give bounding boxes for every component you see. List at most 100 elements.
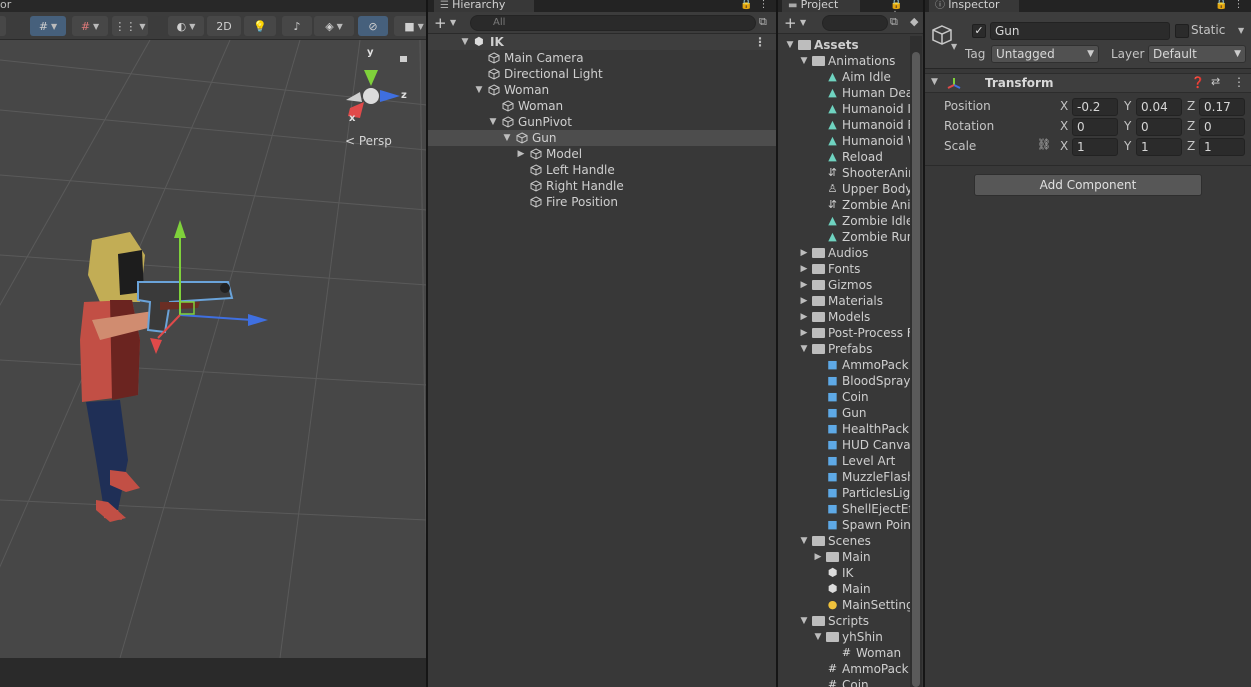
search-by-label-icon[interactable]: ◆ (910, 15, 918, 28)
project-item[interactable]: ■ Gun (778, 405, 910, 421)
scene-view[interactable]: or # ▼ # ▼ ⋮⋮ ▼ ◐ ▼ 2D 💡 ♪ ◈ ▼ ⊘ ■ ▼ y x… (0, 0, 427, 687)
project-item[interactable]: ▼ Prefabs (778, 341, 910, 357)
camera-settings-button[interactable]: ■ ▼ (394, 16, 427, 36)
expand-arrow-icon[interactable]: ▼ (813, 629, 823, 645)
projection-toggle[interactable]: < Persp (345, 134, 392, 148)
constrain-proportions-icon[interactable]: ⛓ (1037, 138, 1051, 151)
project-item[interactable]: ■ Coin (778, 389, 910, 405)
axis-y-label[interactable]: Y (1124, 99, 1131, 113)
project-item[interactable]: ■ HealthPack (778, 421, 910, 437)
chevron-down-icon[interactable]: ▼ (951, 42, 957, 51)
gizmo-y-arrow[interactable] (174, 220, 186, 238)
tab-inspector[interactable]: ⓘ Inspector (929, 0, 1019, 12)
project-item[interactable]: ⇵ ShooterAnim (778, 165, 910, 181)
transform-y-field[interactable]: 0.04 (1136, 98, 1182, 116)
transform-z-field[interactable]: 1 (1199, 138, 1245, 156)
project-item[interactable]: ▶ Fonts (778, 261, 910, 277)
project-item[interactable]: ▶ Models (778, 309, 910, 325)
project-item[interactable]: # AmmoPack (778, 661, 910, 677)
tab-hierarchy[interactable]: ☰ Hierarchy (434, 0, 534, 12)
search-by-type-icon[interactable]: ⧉ (890, 15, 898, 29)
orientation-gizmo[interactable] (346, 56, 407, 118)
axis-x-label[interactable]: X (1060, 139, 1068, 153)
collapse-arrow-icon[interactable]: ▶ (799, 277, 809, 293)
project-item[interactable]: ▶ Main (778, 549, 910, 565)
hierarchy-scene-row[interactable]: ▼ ⬢ IK ⋮ (428, 34, 776, 50)
hierarchy-row[interactable]: ▼ GunPivot (428, 114, 776, 130)
expand-arrow-icon[interactable]: ▼ (474, 82, 484, 98)
tab-project[interactable]: ▬ Project (782, 0, 860, 12)
project-item[interactable]: # Woman (778, 645, 910, 661)
axis-y-label[interactable]: Y (1124, 119, 1131, 133)
expand-arrow-icon[interactable]: ▼ (488, 114, 498, 130)
collapse-arrow-icon[interactable]: ▶ (799, 245, 809, 261)
transform-x-field[interactable]: 0 (1072, 118, 1118, 136)
grid-visibility-button[interactable]: # ▼ (72, 16, 108, 36)
hierarchy-row[interactable]: Directional Light (428, 66, 776, 82)
project-item[interactable]: ▲ Humanoid Id (778, 101, 910, 117)
hierarchy-row[interactable]: ▼ Woman (428, 82, 776, 98)
layer-dropdown[interactable]: Default ▼ (1148, 45, 1246, 63)
project-item[interactable]: ▲ Human Deat (778, 85, 910, 101)
project-item[interactable]: ⬢ IK (778, 565, 910, 581)
hidden-objects-toggle-button[interactable]: ⊘ (358, 16, 388, 36)
add-component-button[interactable]: Add Component (974, 174, 1202, 196)
project-item[interactable]: ▼ Scenes (778, 533, 910, 549)
transform-component-header[interactable]: ▼ Transform ❓ ⇄ ⋮ (925, 73, 1251, 93)
transform-z-field[interactable]: 0.17 (1199, 98, 1245, 116)
transform-y-field[interactable]: 1 (1136, 138, 1182, 156)
transform-z-field[interactable]: 0 (1199, 118, 1245, 136)
project-scrollbar-thumb[interactable] (912, 52, 920, 687)
chevron-down-icon[interactable]: ▼ (450, 18, 456, 27)
create-button[interactable]: + (434, 14, 447, 32)
axis-z-label[interactable]: Z (1187, 119, 1195, 133)
project-item[interactable]: ▶ Audios (778, 245, 910, 261)
project-item[interactable]: ▼ Animations (778, 53, 910, 69)
project-item[interactable]: # Coin (778, 677, 910, 687)
scene-viewport[interactable]: y x z (0, 39, 427, 659)
project-item[interactable]: ⇵ Zombie Anin (778, 197, 910, 213)
collapse-arrow-icon[interactable]: ▶ (813, 549, 823, 565)
gizmo-x-arrow[interactable] (150, 338, 162, 354)
more-options-icon[interactable]: ⋮ (1233, 75, 1245, 89)
project-item[interactable]: ● MainSetting (778, 597, 910, 613)
increment-snap-button[interactable]: ⋮⋮ ▼ (112, 16, 148, 36)
project-item[interactable]: ▲ Aim Idle (778, 69, 910, 85)
help-icon[interactable]: ❓ (1191, 76, 1205, 89)
transform-y-field[interactable]: 0 (1136, 118, 1182, 136)
project-search-input[interactable] (822, 15, 888, 31)
axis-y-label[interactable]: Y (1124, 139, 1131, 153)
chevron-down-icon[interactable]: ▼ (931, 77, 938, 87)
project-item[interactable]: ▶ Materials (778, 293, 910, 309)
project-item[interactable]: ▼ yhShin (778, 629, 910, 645)
hierarchy-row[interactable]: ▶ Model (428, 146, 776, 162)
lock-icon[interactable]: 🔒 (890, 0, 908, 10)
collapse-arrow-icon[interactable]: ▶ (799, 325, 809, 341)
collapse-arrow-icon[interactable]: ▶ (799, 261, 809, 277)
expand-arrow-icon[interactable]: ▼ (460, 34, 470, 50)
expand-arrow-icon[interactable]: ▼ (502, 130, 512, 146)
project-item[interactable]: ■ AmmoPack (778, 357, 910, 373)
expand-arrow-icon[interactable]: ▼ (799, 341, 809, 357)
axis-x-label[interactable]: X (1060, 119, 1068, 133)
woman-character-model[interactable] (80, 232, 160, 522)
chevron-down-icon[interactable]: ▼ (1238, 26, 1244, 35)
more-options-icon[interactable]: ⋮ (1233, 0, 1249, 10)
axis-z-label[interactable]: Z (1187, 139, 1195, 153)
project-item[interactable]: ▲ Reload (778, 149, 910, 165)
expand-arrow-icon[interactable]: ▼ (799, 613, 809, 629)
hierarchy-row[interactable]: Right Handle (428, 178, 776, 194)
gun-model[interactable] (137, 281, 234, 334)
mode-2d-button[interactable]: 2D (207, 16, 241, 36)
project-item[interactable]: ▶ Gizmos (778, 277, 910, 293)
project-item[interactable]: ⬢ Main (778, 581, 910, 597)
hierarchy-row[interactable]: Main Camera (428, 50, 776, 66)
project-item[interactable]: ▲ Humanoid W (778, 133, 910, 149)
preset-icon[interactable]: ⇄ (1211, 75, 1220, 88)
create-asset-button[interactable]: + (784, 14, 797, 32)
project-item[interactable]: ▶ Post-Process F (778, 325, 910, 341)
project-item[interactable]: ▼ Assets (778, 37, 910, 53)
expand-arrow-icon[interactable]: ▼ (785, 37, 795, 53)
project-item[interactable]: ■ HUD Canvas (778, 437, 910, 453)
collapse-arrow-icon[interactable]: ▶ (799, 293, 809, 309)
